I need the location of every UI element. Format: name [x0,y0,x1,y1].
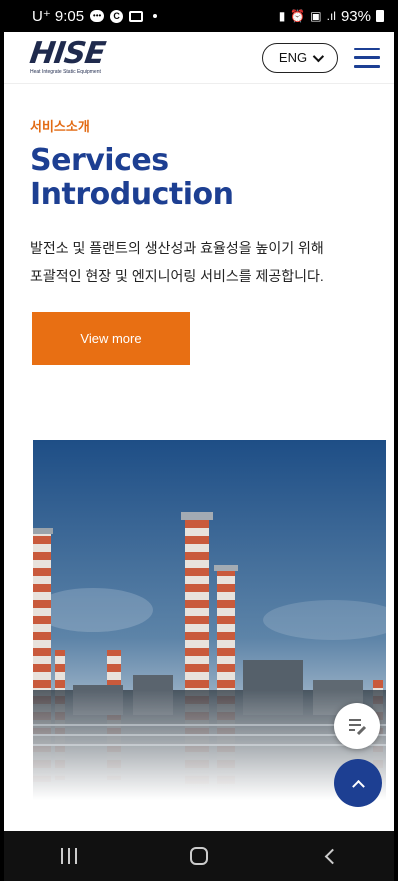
page-title: Services Introduction [30,143,234,212]
device-screen: U⁺ 9:05 ••• C ▮ ⏰ ▣ .ıl 93% HISE Heat In… [4,0,394,881]
chevron-up-icon [351,779,365,793]
battery-icon [376,10,384,22]
back-icon [324,848,340,864]
section-eyebrow: 서비스소개 [30,119,90,134]
battery-percent: 93% [340,7,371,25]
logo[interactable]: HISE Heat Integrate Static Equipment [27,36,107,75]
status-time: U⁺ 9:05 [32,8,85,25]
app-c-icon: C [110,9,124,23]
message-icon: ••• [90,10,105,22]
language-select[interactable]: ENG [262,42,338,73]
signal-icon: .ıl [326,9,336,23]
site-header: HISE Heat Integrate Static Equipment ENG [4,32,394,84]
language-label: ENG [278,50,308,65]
chevron-down-icon [312,50,325,62]
network-5g-icon: ▣ [310,9,322,23]
recent-apps-button[interactable] [39,836,99,876]
view-more-button[interactable]: View more [32,312,190,365]
home-icon [190,847,208,865]
recent-apps-icon [61,848,77,864]
description-line-1: 발전소 및 플랜트의 생산성과 효율성을 높이기 위해 [30,240,324,256]
section-description: 발전소 및 플랜트의 생산성과 효율성을 높이기 위해 포괄적인 현장 및 엔지… [30,234,370,290]
description-line-2: 포괄적인 현장 및 엔지니어링 서비스를 제공합니다. [30,268,324,284]
hero-image-refinery [33,440,386,800]
more-notifications-icon [153,14,158,18]
alarm-icon: ⏰ [290,9,306,23]
lock-icon: ▮ [278,9,286,23]
refinery-illustration [33,440,386,800]
home-button[interactable] [169,836,229,876]
edit-note-icon[interactable] [334,703,380,749]
android-nav-bar [4,831,394,881]
hamburger-icon[interactable] [354,47,380,68]
logo-text: HISE [27,36,107,71]
back-button[interactable] [299,836,359,876]
status-bar: U⁺ 9:05 ••• C ▮ ⏰ ▣ .ıl 93% [4,0,394,32]
scroll-to-top-button[interactable] [334,759,382,807]
mail-icon [129,10,144,22]
